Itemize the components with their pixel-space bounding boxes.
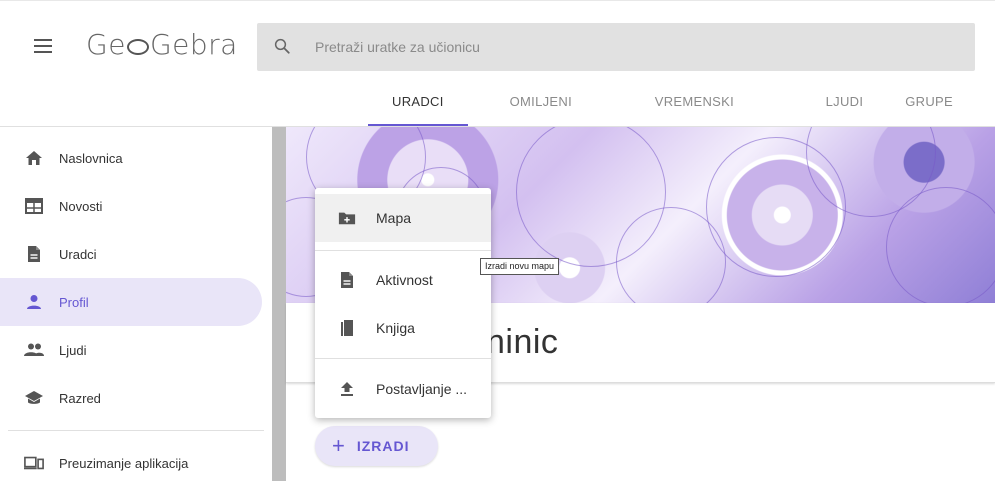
sidebar-item-label: Uradci bbox=[59, 246, 97, 262]
top-bar: Ge Gebra bbox=[0, 0, 995, 78]
menu-item-postavljanje[interactable]: Postavljanje ... bbox=[315, 365, 491, 413]
sidebar-item-label: Novosti bbox=[59, 198, 103, 214]
menu-item-aktivnost[interactable]: Aktivnost bbox=[315, 256, 491, 304]
sidebar: Naslovnica Novosti Uradci Profil Ljudi R… bbox=[0, 127, 272, 481]
menu-item-label: Mapa bbox=[376, 210, 412, 226]
geogebra-logo[interactable]: Ge Gebra bbox=[86, 28, 238, 61]
people-icon bbox=[24, 340, 44, 360]
logo-o-icon bbox=[126, 39, 149, 55]
profile-name: ninic bbox=[486, 323, 559, 361]
new-folder-icon bbox=[338, 208, 356, 228]
menu-divider bbox=[315, 358, 491, 359]
logo-text-post: Gebra bbox=[149, 28, 238, 61]
logo-text-pre: Ge bbox=[86, 28, 126, 61]
sidebar-item-naslovnica[interactable]: Naslovnica bbox=[0, 134, 262, 182]
menu-divider bbox=[315, 250, 491, 251]
tab-omiljeni-radovi[interactable]: OMILJENI RADOVI bbox=[510, 80, 613, 153]
plus-icon: + bbox=[332, 433, 345, 458]
menu-item-knjiga[interactable]: Knjiga bbox=[315, 304, 491, 352]
sidebar-scrollbar[interactable] bbox=[272, 127, 286, 481]
upload-icon bbox=[338, 379, 356, 399]
menu-item-mapa[interactable]: Mapa bbox=[315, 194, 491, 242]
sidebar-item-razred[interactable]: Razred bbox=[0, 374, 262, 422]
create-button-label: IZRADI bbox=[356, 438, 410, 454]
menu-item-label: Aktivnost bbox=[376, 272, 433, 288]
search-bar bbox=[257, 23, 975, 71]
person-icon bbox=[24, 292, 44, 312]
tab-uradci[interactable]: URADCI bbox=[368, 80, 468, 126]
sidebar-item-ljudi[interactable]: Ljudi bbox=[0, 326, 262, 374]
search-input[interactable] bbox=[315, 23, 955, 71]
tab-ljudi[interactable]: LJUDI bbox=[826, 80, 864, 126]
tab-vremenski-pregled[interactable]: VREMENSKI PREGLED bbox=[655, 80, 784, 153]
create-menu: Mapa Aktivnost Knjiga Postavljanje ... bbox=[315, 188, 491, 418]
devices-icon bbox=[24, 453, 44, 473]
sidebar-item-uradci[interactable]: Uradci bbox=[0, 230, 262, 278]
newspaper-icon bbox=[24, 196, 44, 216]
sidebar-item-label: Profil bbox=[59, 294, 89, 310]
sidebar-item-label: Razred bbox=[59, 390, 101, 406]
create-button[interactable]: + IZRADI bbox=[315, 426, 438, 466]
sidebar-item-preuzimanje-aplikacija[interactable]: Preuzimanje aplikacija bbox=[0, 439, 262, 487]
home-icon bbox=[24, 148, 44, 168]
tooltip: Izradi novu mapu bbox=[480, 258, 560, 275]
school-icon bbox=[24, 388, 44, 408]
hamburger-icon[interactable] bbox=[34, 39, 52, 53]
sidebar-item-label: Preuzimanje aplikacija bbox=[59, 455, 189, 471]
sidebar-item-label: Ljudi bbox=[59, 342, 87, 358]
sidebar-item-profil[interactable]: Profil bbox=[0, 278, 262, 326]
document-icon bbox=[338, 270, 356, 290]
book-icon bbox=[338, 318, 356, 338]
tab-grupe[interactable]: GRUPE bbox=[905, 80, 953, 126]
sidebar-item-novosti[interactable]: Novosti bbox=[0, 182, 262, 230]
menu-item-label: Postavljanje ... bbox=[376, 381, 468, 397]
profile-tabs: URADCI OMILJENI RADOVI VREMENSKI PREGLED… bbox=[368, 80, 995, 153]
document-icon bbox=[24, 244, 44, 264]
sidebar-divider bbox=[8, 430, 264, 431]
sidebar-item-label: Naslovnica bbox=[59, 150, 123, 166]
search-icon[interactable] bbox=[273, 37, 291, 55]
menu-item-label: Knjiga bbox=[376, 320, 415, 336]
